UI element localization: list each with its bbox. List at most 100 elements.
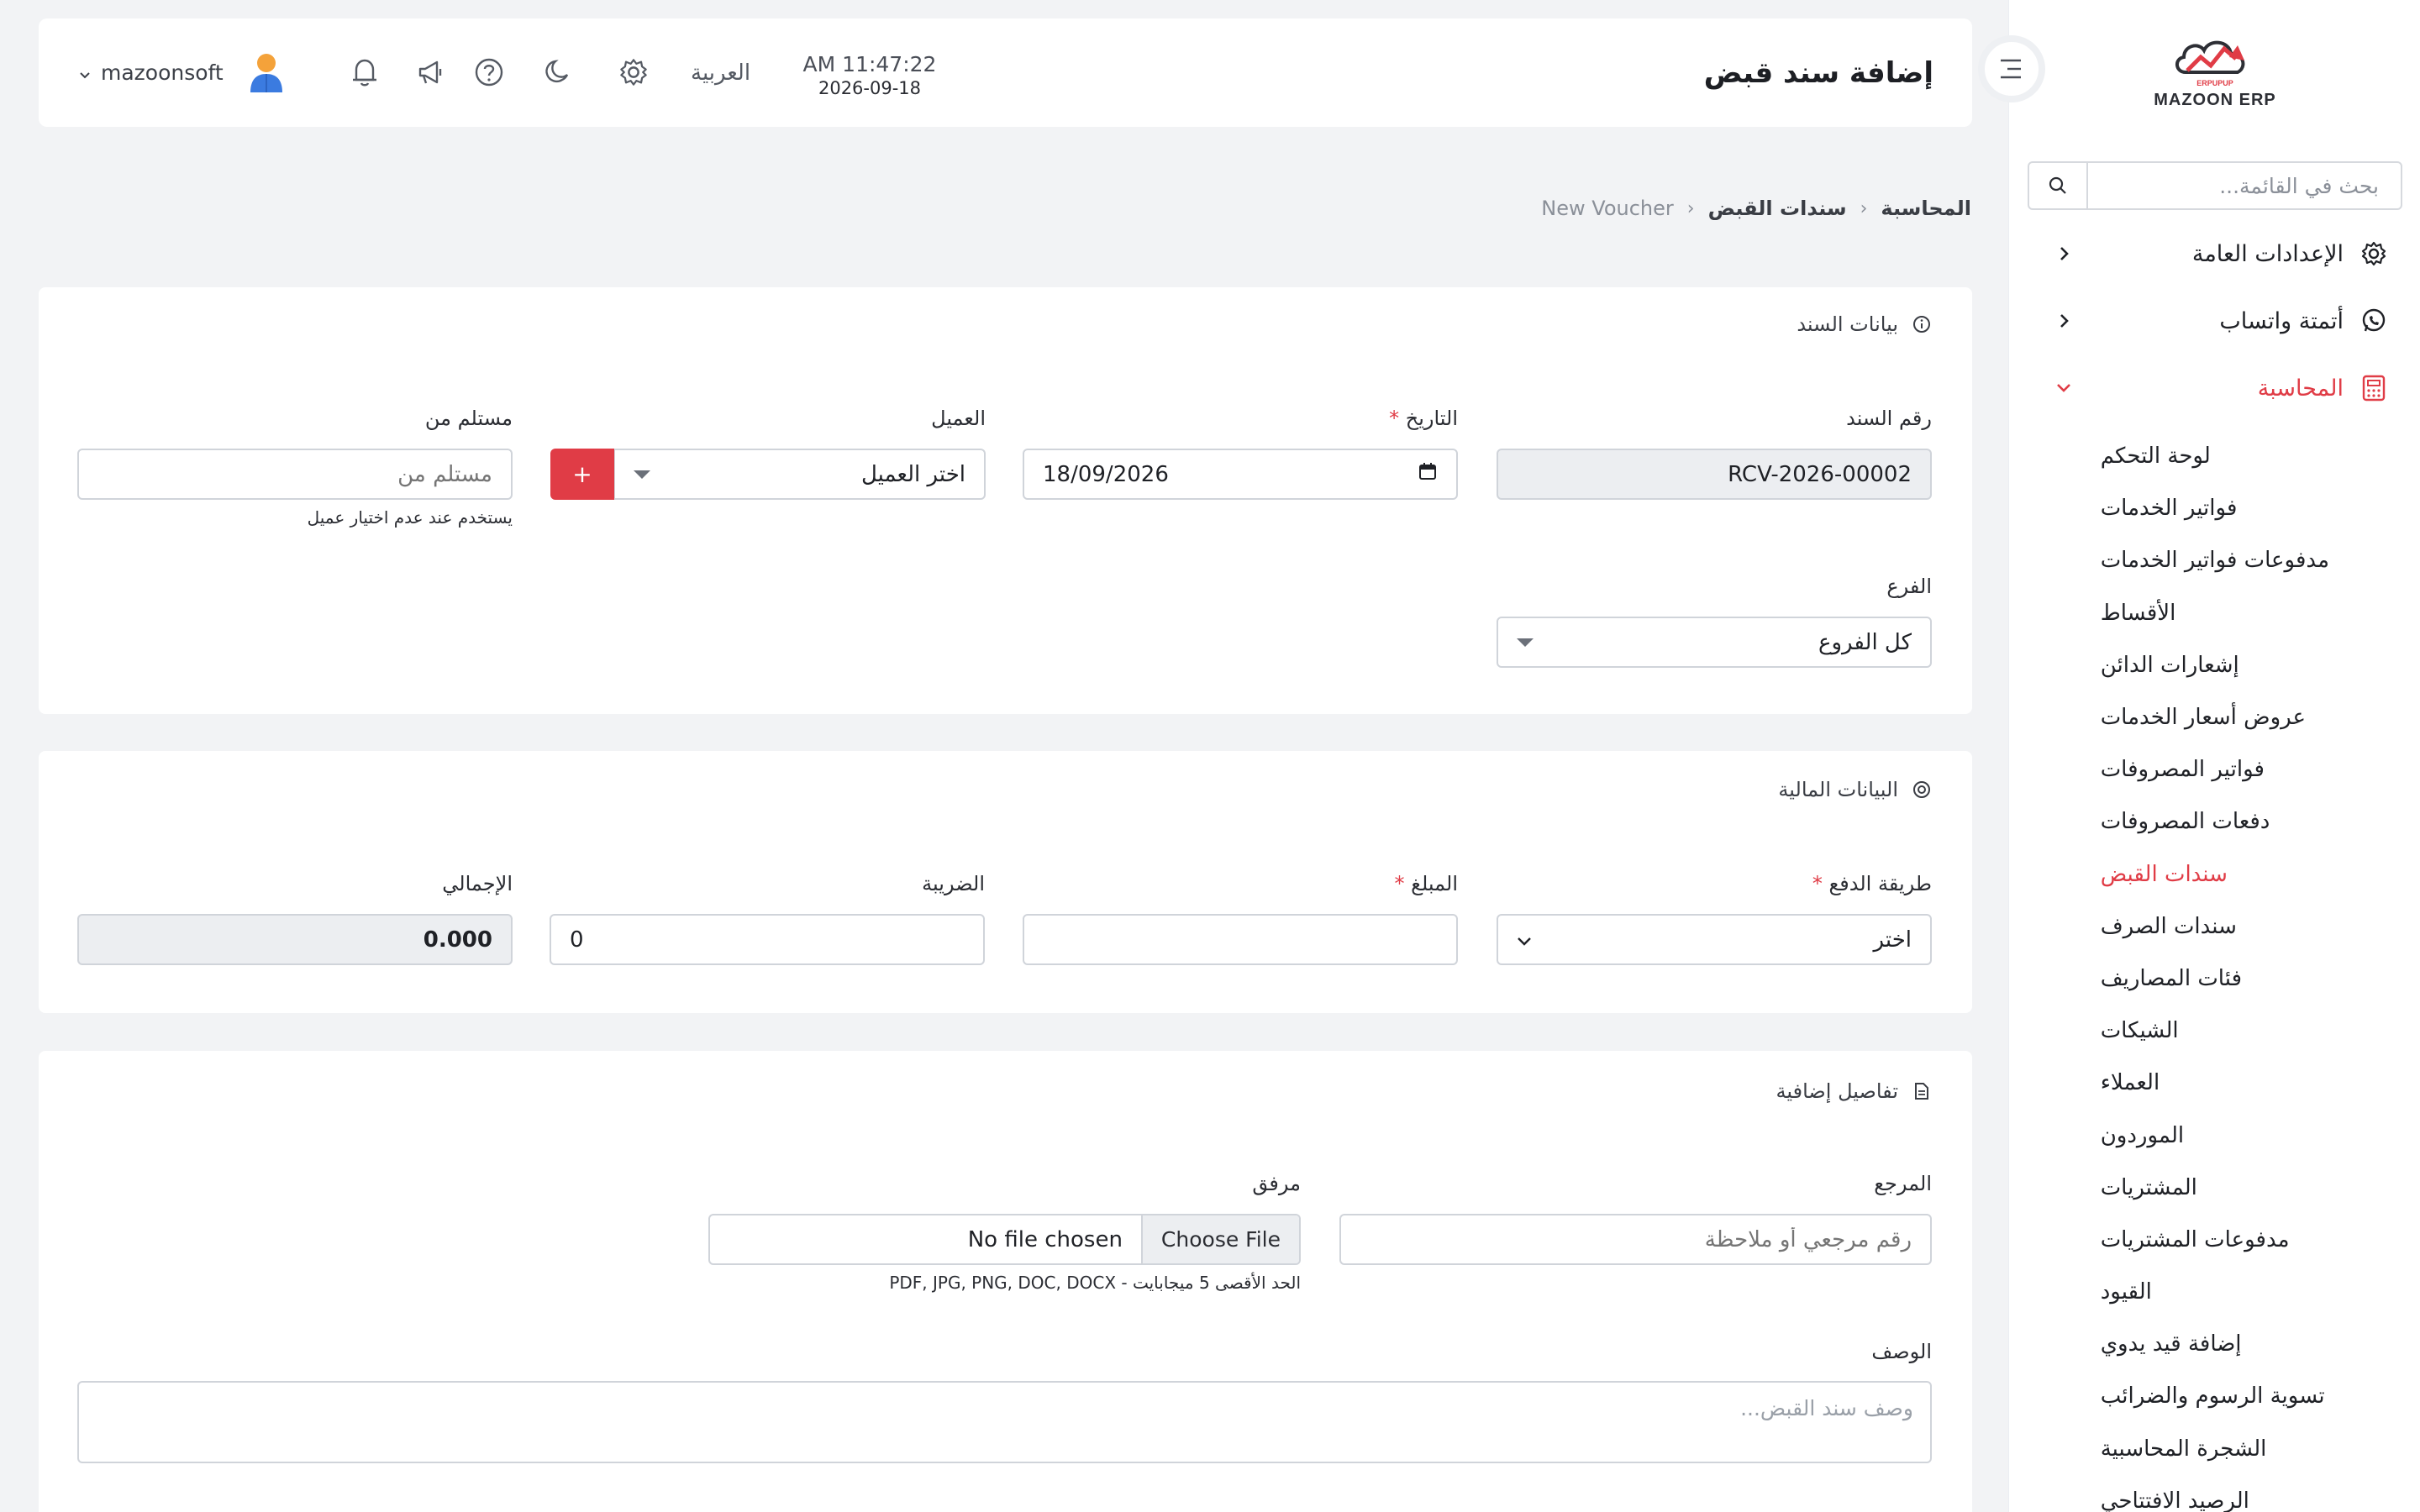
- total-label: الإجمالي: [442, 872, 513, 895]
- sidebar-item-purchase-payments[interactable]: مدفوعات المشتريات: [2101, 1214, 2329, 1266]
- branch-select-value: كل الفروع: [1818, 629, 1912, 655]
- sidebar-item-purchases[interactable]: المشتريات: [2101, 1162, 2329, 1214]
- date-field[interactable]: 18/09/2026: [1023, 449, 1458, 500]
- voucher-number-field: RCV-2026-00002: [1497, 449, 1932, 500]
- file-input[interactable]: No file chosen Choose File: [708, 1214, 1301, 1265]
- sidebar-item-service-invoice-payments[interactable]: مدفوعات فواتير الخدمات: [2101, 534, 2329, 586]
- tax-label: الضريبة: [922, 872, 985, 895]
- sidebar-item-add-manual-entry[interactable]: إضافة قيد يدوي: [2101, 1318, 2329, 1370]
- avatar[interactable]: [247, 52, 286, 94]
- dropdown-arrow-icon: [1517, 638, 1534, 647]
- sidebar-item-credit-notes[interactable]: إشعارات الدائن: [2101, 639, 2329, 691]
- sidebar-item-journal-entries[interactable]: القيود: [2101, 1266, 2329, 1318]
- sidebar-item-customers[interactable]: العملاء: [2101, 1057, 2329, 1109]
- customer-select-value: اختر العميل: [860, 461, 965, 487]
- sidebar-item-suppliers[interactable]: الموردون: [2101, 1109, 2329, 1161]
- sidebar-item-service-quotations[interactable]: عروض أسعار الخدمات: [2101, 691, 2329, 743]
- menu-icon: [2001, 59, 2021, 79]
- sidebar-item-receipt-vouchers[interactable]: سندات القبض: [2101, 848, 2329, 900]
- description-textarea[interactable]: وصف سند القبض...: [77, 1381, 1932, 1463]
- sidebar-search: [2028, 161, 2402, 210]
- payment-method-value: اختر: [1873, 927, 1912, 953]
- date-value: 18/09/2026: [1043, 461, 1169, 487]
- sidebar-accounting-items: لوحة التحكم فواتير الخدمات مدفوعات فواتي…: [2101, 430, 2329, 1512]
- tax-value: 0: [570, 927, 584, 953]
- logo: ERPUPUP MAZOON ERP: [2009, 34, 2420, 118]
- chevron-left-icon: [2051, 241, 2076, 266]
- payment-method-label-text: طريقة الدفع: [1828, 872, 1932, 895]
- voucher-data-card: بيانات السند رقم السند RCV-2026-00002 ال…: [39, 287, 1972, 714]
- page-title: إضافة سند قبض: [1703, 55, 1933, 90]
- received-from-input[interactable]: [77, 449, 513, 500]
- sidebar-item-payment-vouchers[interactable]: سندات الصرف: [2101, 900, 2329, 953]
- branch-select[interactable]: كل الفروع: [1497, 617, 1932, 668]
- customer-select[interactable]: اختر العميل: [613, 449, 986, 500]
- sidebar-group-label: الإعدادات العامة: [2191, 240, 2344, 267]
- financial-data-card: البيانات المالية طريقة الدفع * اختر المب…: [39, 751, 1972, 1013]
- settings-icon[interactable]: [617, 55, 650, 89]
- add-customer-button[interactable]: +: [550, 449, 614, 500]
- card-header: تفاصيل إضافية: [1776, 1074, 1933, 1108]
- chevron-left-icon: [2051, 308, 2076, 333]
- amount-input[interactable]: [1023, 914, 1458, 965]
- sidebar-item-expense-payments[interactable]: دفعات المصروفات: [2101, 795, 2329, 848]
- sidebar: ERPUPUP MAZOON ERP الإعدادات العامة أتمت…: [2008, 0, 2420, 1512]
- tax-input[interactable]: 0: [550, 914, 985, 965]
- breadcrumb: المحاسبة ‹ سندات القبض ‹ New Voucher: [1541, 192, 1971, 225]
- attachment-help: PDF, JPG, PNG, DOC, DOCX - الحد الأقصى 5…: [889, 1273, 1301, 1293]
- sidebar-search-input[interactable]: [2088, 163, 2401, 208]
- total-value: 0.000: [423, 927, 492, 953]
- sidebar-item-installments[interactable]: الأقساط: [2101, 587, 2329, 639]
- help-icon[interactable]: [472, 55, 506, 89]
- megaphone-icon[interactable]: [413, 55, 447, 89]
- language-switcher[interactable]: العربية: [691, 18, 750, 127]
- logo-icon: ERPUPUP: [2175, 40, 2245, 87]
- sidebar-group-general-settings[interactable]: الإعدادات العامة: [2009, 228, 2420, 279]
- user-menu[interactable]: mazoonsoft: [79, 18, 224, 127]
- sidebar-item-expense-categories[interactable]: فئات المصاريف: [2101, 953, 2329, 1005]
- notification-bell-icon[interactable]: [348, 55, 381, 89]
- chevron-down-icon: [1517, 927, 1532, 953]
- dark-mode-icon[interactable]: [539, 55, 573, 89]
- search-icon[interactable]: [2029, 163, 2088, 208]
- required-mark: *: [1394, 872, 1405, 895]
- calculator-icon: [2359, 373, 2389, 403]
- username: mazoonsoft: [101, 60, 224, 85]
- sidebar-item-cheques[interactable]: الشيكات: [2101, 1005, 2329, 1057]
- sidebar-item-chart-of-accounts[interactable]: الشجرة المحاسبية: [2101, 1423, 2329, 1475]
- sidebar-group-label: المحاسبة: [2257, 375, 2344, 402]
- document-icon: [1912, 1081, 1932, 1101]
- branch-label: الفرع: [1886, 575, 1932, 598]
- choose-file-button[interactable]: Choose File: [1140, 1215, 1299, 1263]
- reference-input[interactable]: [1339, 1214, 1932, 1265]
- required-mark: *: [1812, 872, 1823, 895]
- sidebar-group-label: أتمتة واتساب: [2219, 307, 2344, 334]
- payment-method-label: طريقة الدفع *: [1812, 872, 1932, 895]
- card-title: البيانات المالية: [1778, 778, 1898, 801]
- sidebar-toggle-button[interactable]: [1978, 35, 2045, 102]
- chevron-down-icon: [2051, 375, 2076, 401]
- sidebar-group-accounting[interactable]: المحاسبة: [2009, 363, 2420, 413]
- info-icon: [1912, 314, 1932, 334]
- amount-label-text: المبلغ: [1411, 872, 1458, 895]
- dropdown-arrow-icon: [634, 470, 650, 479]
- breadcrumb-section[interactable]: سندات القبض: [1708, 197, 1847, 220]
- payment-method-select[interactable]: اختر: [1497, 914, 1932, 965]
- customer-label: العميل: [931, 407, 986, 430]
- breadcrumb-root[interactable]: المحاسبة: [1881, 197, 1971, 220]
- sidebar-group-whatsapp[interactable]: أتمتة واتساب: [2009, 296, 2420, 346]
- top-header: إضافة سند قبض AM 11:47:22 2026-09-18 الع…: [39, 18, 1972, 127]
- description-label: الوصف: [1871, 1340, 1932, 1363]
- clock-time: AM 11:47:22: [802, 52, 937, 76]
- sidebar-item-dashboard[interactable]: لوحة التحكم: [2101, 430, 2329, 482]
- chevron-left-icon: ‹: [1686, 197, 1695, 219]
- voucher-number-value: RCV-2026-00002: [1728, 461, 1912, 487]
- sidebar-item-expense-invoices[interactable]: فواتير المصروفات: [2101, 743, 2329, 795]
- sidebar-item-service-invoices[interactable]: فواتير الخدمات: [2101, 482, 2329, 534]
- clock-date: 2026-09-18: [818, 78, 922, 98]
- attachment-label: مرفق: [1252, 1172, 1301, 1195]
- sidebar-item-fees-taxes-settlement[interactable]: تسوية الرسوم والضرائب: [2101, 1370, 2329, 1422]
- voucher-number-label: رقم السند: [1846, 407, 1932, 430]
- calendar-icon[interactable]: [1418, 461, 1438, 487]
- sidebar-item-opening-balance[interactable]: الرصيد الافتتاحي: [2101, 1475, 2329, 1512]
